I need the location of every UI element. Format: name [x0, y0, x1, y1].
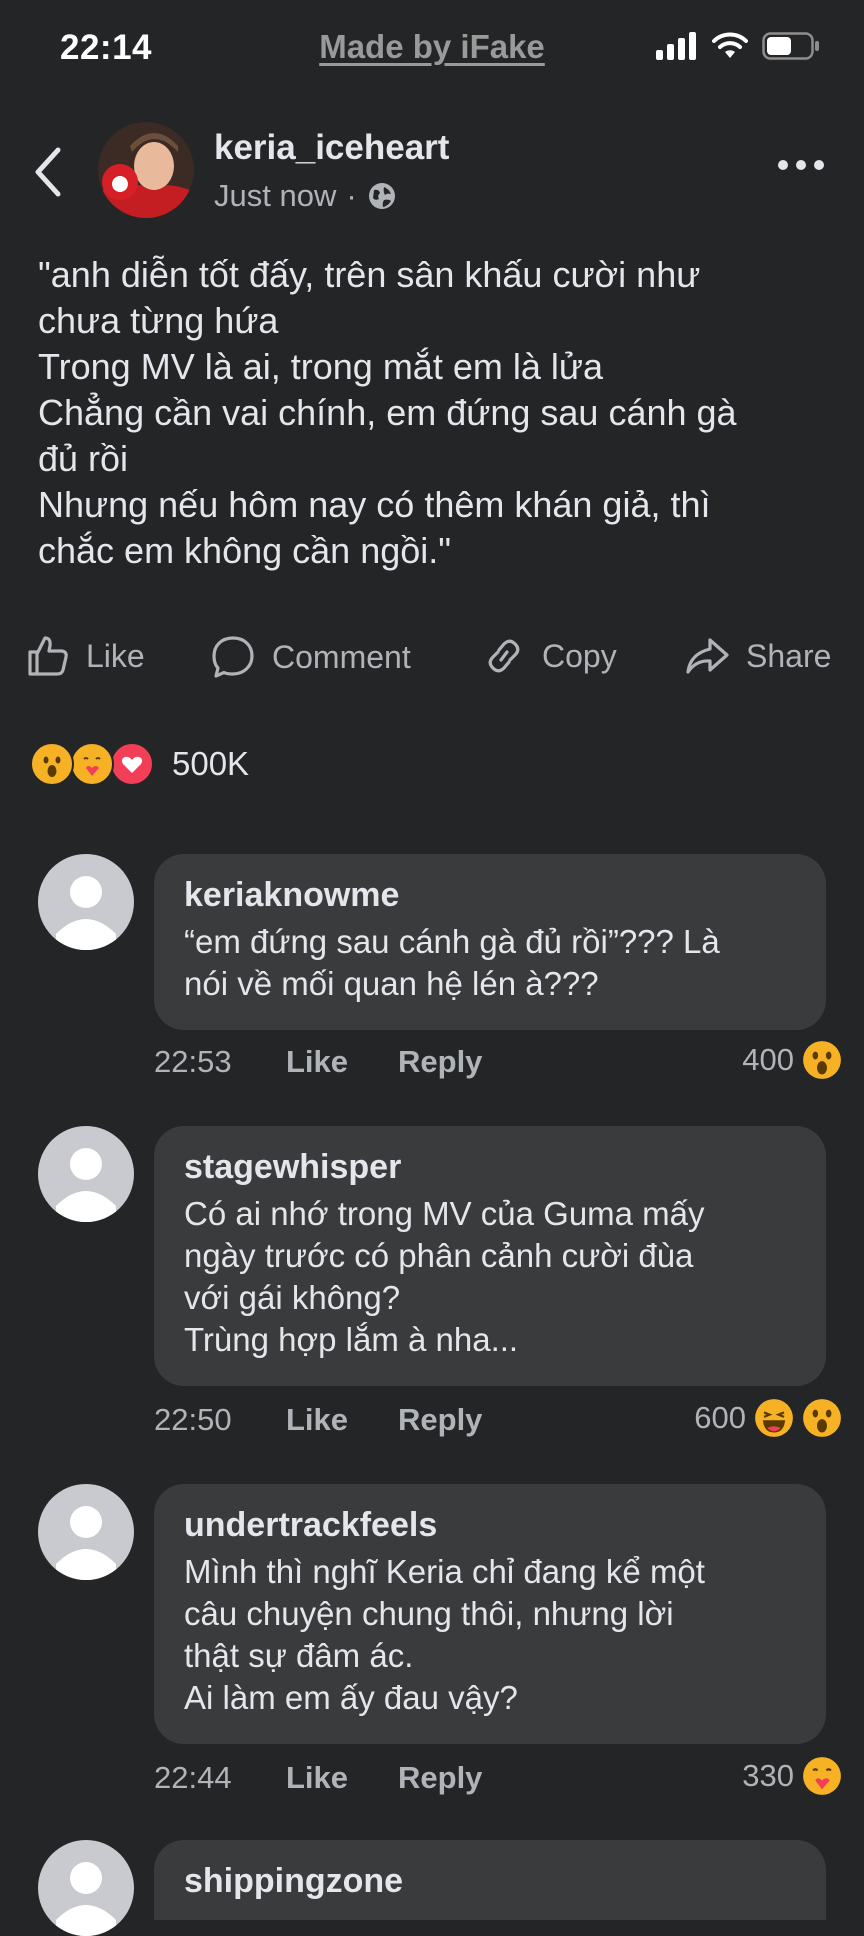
commenter-avatar[interactable]: [38, 854, 134, 950]
more-options-icon[interactable]: [778, 160, 824, 170]
comment-text: “em đứng sau cánh gà đủ rồi”??? Là nói v…: [184, 923, 720, 1002]
comment-author[interactable]: undertrackfeels: [184, 1506, 796, 1545]
commenter-avatar[interactable]: [38, 1484, 134, 1580]
default-avatar-icon: [56, 876, 116, 950]
post-timestamp: Just now: [214, 178, 337, 213]
post-actions: Like Comment Copy Share: [26, 634, 846, 684]
battery-icon: [762, 32, 819, 60]
comment-reply-button[interactable]: Reply: [398, 1760, 482, 1796]
wow-icon: [803, 1399, 841, 1437]
globe-icon: [368, 183, 395, 209]
comment-button[interactable]: Comment: [210, 634, 411, 680]
comment-text: Mình thì nghĩ Keria chỉ đang kể một câu …: [184, 1553, 705, 1716]
link-icon: [488, 639, 520, 673]
comment-text: Có ai nhớ trong MV của Guma mấy ngày trư…: [184, 1195, 705, 1358]
comment-reactions[interactable]: 330: [742, 1756, 842, 1796]
like-label: Like: [86, 637, 145, 674]
comment-time: 22:44: [154, 1760, 232, 1795]
like-button[interactable]: Like: [26, 634, 145, 678]
share-button[interactable]: Share: [684, 634, 831, 678]
comment-like-button[interactable]: Like: [286, 1760, 348, 1796]
reaction-count: 500K: [172, 745, 250, 782]
comment-reply-button[interactable]: Reply: [398, 1044, 482, 1080]
care-icon: [70, 742, 114, 786]
love-icon: [110, 742, 154, 786]
post-text: "anh diễn tốt đấy, trên sân khấu cười nh…: [38, 254, 737, 571]
back-icon[interactable]: [30, 146, 66, 198]
reaction-summary[interactable]: 500K: [30, 742, 249, 786]
comment-like-button[interactable]: Like: [286, 1402, 348, 1438]
default-avatar-icon: [56, 1506, 116, 1580]
post-author-name[interactable]: keria_iceheart: [214, 128, 449, 168]
haha-icon: [755, 1399, 793, 1437]
share-label: Share: [746, 637, 832, 674]
commenter-avatar[interactable]: [38, 1126, 134, 1222]
comment-like-button[interactable]: Like: [286, 1044, 348, 1080]
comment-bubble: keriaknowme “em đứng sau cánh gà đủ rồi”…: [154, 854, 826, 1030]
comment-author[interactable]: shippingzone: [184, 1862, 796, 1901]
default-avatar-icon: [56, 1148, 116, 1222]
avatar-image: [98, 122, 194, 218]
thumbs-up-icon: [28, 636, 68, 676]
comment-reply-button[interactable]: Reply: [398, 1402, 482, 1438]
post-meta: Just now ·: [214, 178, 397, 214]
wow-icon: [30, 742, 74, 786]
commenter-avatar[interactable]: [38, 1840, 134, 1936]
wow-icon: [803, 1041, 841, 1079]
comment-reaction-count: 330: [742, 1758, 794, 1793]
care-icon: [803, 1757, 841, 1795]
meta-separator: ·: [346, 178, 357, 213]
copy-button[interactable]: Copy: [482, 634, 617, 678]
comment-reactions[interactable]: 400: [742, 1040, 842, 1080]
comment-reaction-count: 600: [694, 1400, 746, 1435]
comment-author[interactable]: stagewhisper: [184, 1148, 796, 1187]
default-avatar-icon: [56, 1862, 116, 1936]
status-icons: [656, 32, 820, 60]
comment-time: 22:50: [154, 1402, 232, 1437]
copy-label: Copy: [542, 637, 617, 674]
comment-label: Comment: [272, 638, 411, 675]
comment-bubble: stagewhisper Có ai nhớ trong MV của Guma…: [154, 1126, 826, 1386]
comment-time: 22:53: [154, 1044, 232, 1079]
comment-author[interactable]: keriaknowme: [184, 876, 796, 915]
share-icon: [686, 638, 729, 674]
author-avatar[interactable]: [98, 122, 194, 218]
comment-bubble: shippingzone: [154, 1840, 826, 1920]
comment-reactions[interactable]: 600: [694, 1398, 842, 1438]
signal-icon: [656, 32, 696, 60]
comment-reaction-count: 400: [742, 1042, 794, 1077]
wifi-icon: [712, 32, 748, 58]
comment-icon: [212, 636, 254, 678]
comment-bubble: undertrackfeels Mình thì nghĩ Keria chỉ …: [154, 1484, 826, 1744]
